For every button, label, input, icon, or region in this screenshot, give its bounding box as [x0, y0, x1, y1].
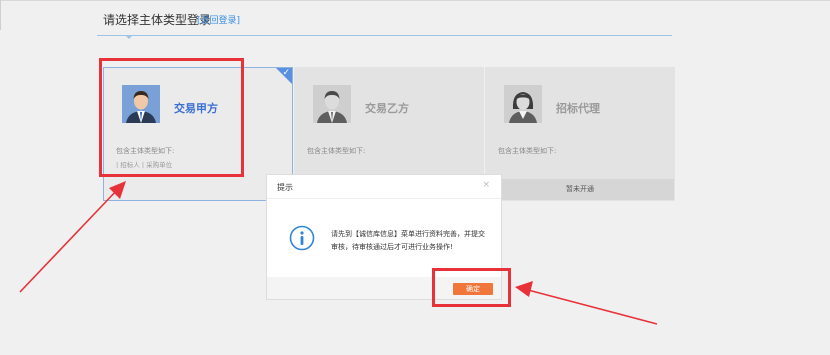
page-title: 请选择主体类型登录 — [103, 13, 212, 27]
dialog-divider — [267, 198, 501, 199]
card-status-footer: 暂未开通 — [486, 179, 674, 200]
card-description: 包含主体类型如下: — [307, 147, 366, 155]
card-name: 交易甲方 — [174, 102, 218, 115]
subject-card-tender-agent[interactable]: 招标代理 包含主体类型如下: 暂未开通 — [485, 67, 675, 201]
male-user-avatar-icon — [122, 85, 160, 123]
header-caret-icon — [125, 35, 133, 39]
female-user-gray-avatar-icon — [504, 85, 542, 123]
dialog-title: 提示 — [277, 183, 293, 192]
ok-button[interactable]: 确定 — [453, 283, 493, 295]
check-icon: ✓ — [282, 68, 290, 78]
info-icon — [289, 225, 315, 251]
back-to-login-link[interactable]: [返回登录] — [197, 13, 240, 26]
card-name: 交易乙方 — [365, 102, 409, 115]
left-border — [0, 0, 1, 30]
close-icon[interactable]: × — [482, 180, 490, 190]
card-subject-types: | 招标人 | 采购单位 — [116, 161, 173, 169]
subject-card-party-a[interactable]: 交易甲方 包含主体类型如下: | 招标人 | 采购单位 ✓ — [103, 67, 293, 201]
card-description: 包含主体类型如下: — [498, 147, 557, 155]
male-user-gray-avatar-icon — [313, 85, 351, 123]
tip-dialog: 提示 × 请先到【诚信库信息】菜单进行资料完善，并提交审核，待审核通过后才可进行… — [266, 174, 502, 300]
header-divider — [97, 35, 672, 36]
annotation-arrow-right — [515, 281, 658, 325]
top-border — [0, 0, 830, 1]
card-description: 包含主体类型如下: — [116, 147, 175, 155]
card-name: 招标代理 — [556, 102, 600, 115]
dialog-message: 请先到【诚信库信息】菜单进行资料完善，并提交审核，待审核通过后才可进行业务操作! — [331, 230, 485, 251]
